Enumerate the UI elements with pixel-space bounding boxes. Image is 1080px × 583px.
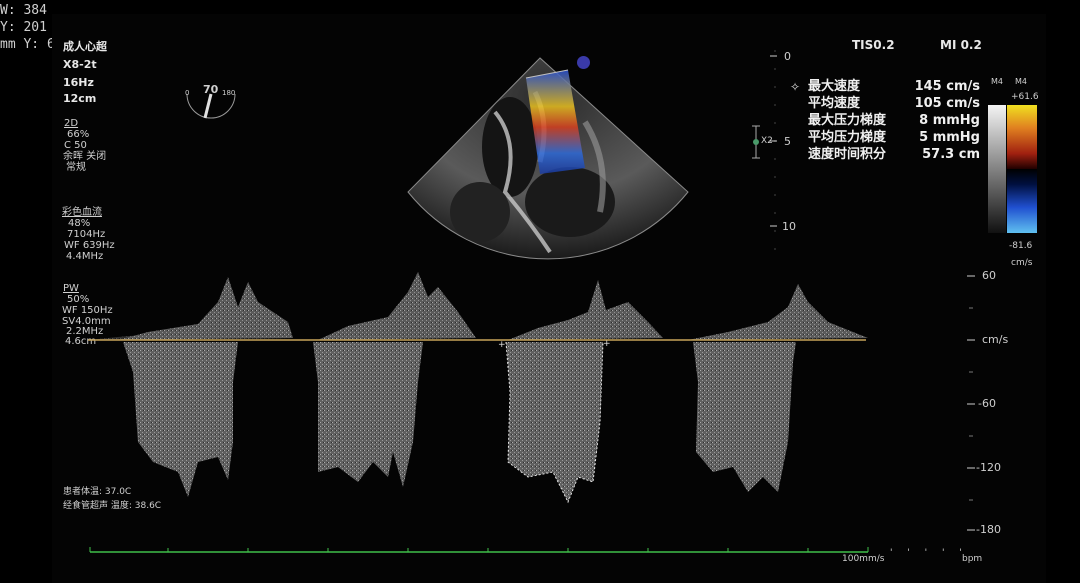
gray-scale-bar xyxy=(988,105,1006,233)
velocity-tick-minus-180: -180 xyxy=(976,523,1001,536)
plane-angle-value: 70 xyxy=(203,83,219,96)
probe-orientation-marker xyxy=(577,56,590,69)
velocity-scale xyxy=(967,275,975,531)
params-color-gain: 48% xyxy=(68,218,91,229)
measurement-value: 57.3 cm xyxy=(922,147,980,162)
measurement-row: 平均压力梯度 5 mmHg xyxy=(808,129,980,146)
frame-rate-label: 16Hz xyxy=(63,76,94,89)
color-velocity-bar xyxy=(1007,105,1037,233)
measurement-row: 最大压力梯度 8 mmHg xyxy=(808,112,980,129)
measurement-value: 8 mmHg xyxy=(919,113,980,128)
color-bar-unit: cm/s xyxy=(1011,258,1033,268)
color-bar-bottom: -81.6 xyxy=(1009,241,1033,251)
mi-label: MI 0.2 xyxy=(940,38,982,52)
plane-angle-max: 180 xyxy=(222,89,236,97)
depth-tick-0: 0 xyxy=(784,50,791,63)
color-bar-top: +61.6 xyxy=(1011,92,1039,102)
params-color-title: 彩色血流 xyxy=(62,207,102,218)
params-color-wf: WF 639Hz xyxy=(64,240,115,251)
preset-label: 成人心超 xyxy=(63,40,107,53)
params-color-freq: 4.4MHz xyxy=(66,251,104,262)
plane-angle-min: 0 xyxy=(185,89,190,97)
measurement-label: 最大速度 xyxy=(808,79,861,94)
velocity-tick-minus-120: -120 xyxy=(976,461,1001,474)
measurement-panel: 最大速度 145 cm/s 平均速度 105 cm/s 最大压力梯度 8 mmH… xyxy=(808,78,980,163)
measurement-value: 145 cm/s xyxy=(914,79,980,94)
color-map-label: M4 xyxy=(1015,77,1027,86)
measurement-cursor-icon: ✧ xyxy=(790,80,801,94)
params-2d-gain: 66% xyxy=(67,129,90,140)
params-2d-line4: 常规 xyxy=(66,162,86,173)
depth-tick-10: 10 xyxy=(782,220,796,233)
measurement-row: 速度时间积分 57.3 cm xyxy=(808,146,980,163)
measurement-label: 平均压力梯度 xyxy=(808,130,887,145)
measurement-value: 105 cm/s xyxy=(914,96,980,111)
pw-doppler-spectrum: + + xyxy=(88,272,868,504)
probe-label: X8-2t xyxy=(63,58,97,71)
overlay-line-1: W: 384 xyxy=(0,3,47,18)
params-2d-compress: C 50 xyxy=(64,140,87,151)
heart-rate-unit: bpm xyxy=(962,554,983,564)
params-pw-title: PW xyxy=(63,283,79,294)
params-color-prf: 7104Hz xyxy=(67,229,106,240)
measurement-label: 最大压力梯度 xyxy=(808,113,887,128)
patient-temperature: 患者体温: 37.0C xyxy=(63,487,132,497)
focus-label: X2 xyxy=(761,136,773,146)
ecg-scale-marks: ' ' ' ' ' xyxy=(890,548,968,558)
velocity-unit: cm/s xyxy=(982,333,1009,346)
velocity-tick-minus-60: -60 xyxy=(978,397,996,410)
measurement-row: 平均速度 105 cm/s xyxy=(808,95,980,112)
velocity-tick-60: 60 xyxy=(982,269,996,282)
svg-text:+: + xyxy=(603,339,611,349)
params-2d-line3: 余晖 关闭 xyxy=(63,151,107,162)
depth-tick-5: 5 xyxy=(784,135,791,148)
svg-text:+: + xyxy=(498,340,506,350)
sweep-speed-label: 100mm/s xyxy=(842,554,885,564)
measurement-row: 最大速度 145 cm/s xyxy=(808,78,980,95)
params-2d-title: 2D xyxy=(64,118,79,129)
measurement-label: 平均速度 xyxy=(808,96,861,111)
measurement-value: 5 mmHg xyxy=(919,130,980,145)
gray-map-label: M4 xyxy=(991,77,1003,86)
tis-label: TIS0.2 xyxy=(852,38,895,52)
probe-temperature: 经食管超声 温度: 38.6C xyxy=(63,501,162,511)
params-pw-gain: 50% xyxy=(67,294,90,305)
ecg-trace xyxy=(89,547,869,553)
measurement-label: 速度时间积分 xyxy=(808,147,887,162)
sector-2d-image xyxy=(407,57,689,260)
depth-label: 12cm xyxy=(63,92,97,105)
